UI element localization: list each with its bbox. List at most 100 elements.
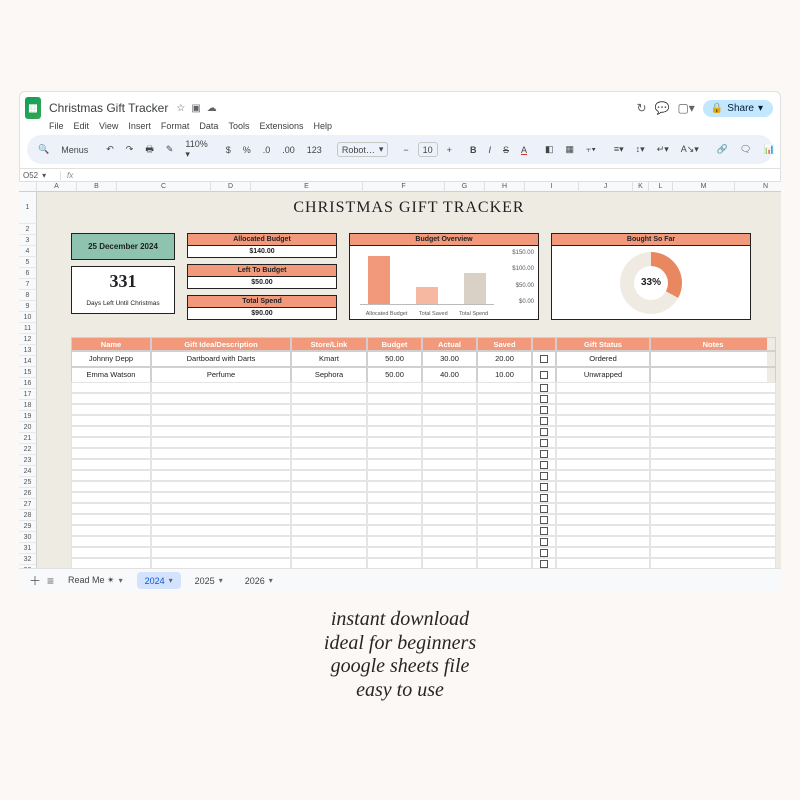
menu-edit[interactable]: Edit: [74, 121, 90, 131]
doc-title[interactable]: Christmas Gift Tracker: [49, 101, 168, 115]
font-select[interactable]: Robot… ▾: [337, 142, 389, 157]
checkbox[interactable]: [540, 494, 548, 502]
menu-view[interactable]: View: [99, 121, 118, 131]
date-card: 25 December 2024: [71, 233, 175, 260]
donut-pct: 33%: [620, 252, 682, 314]
redo-icon[interactable]: ↷: [123, 143, 137, 156]
print-icon[interactable]: 🖶: [142, 141, 157, 159]
sheets-logo-icon: ▦: [25, 97, 41, 119]
budget-overview-panel: Budget Overview $150.00 $100.00 $50.00 $…: [349, 233, 539, 320]
checkbox[interactable]: [540, 395, 548, 403]
column-headers[interactable]: ABC DEF GHI JKL MNO P: [19, 182, 781, 192]
name-box[interactable]: O52▾: [19, 171, 61, 180]
row-headers[interactable]: 1234567891011121314151617181920212223242…: [19, 192, 37, 590]
checkbox[interactable]: [540, 371, 548, 379]
checkbox[interactable]: [540, 560, 548, 568]
menu-insert[interactable]: Insert: [128, 121, 151, 131]
zoom-select[interactable]: 110% ▾: [182, 138, 210, 161]
checkbox[interactable]: [540, 549, 548, 557]
checkbox[interactable]: [540, 417, 548, 425]
allocated-budget-box: Allocated Budget $140.00: [187, 233, 337, 258]
fx-label: fx: [61, 171, 79, 180]
checkbox[interactable]: [540, 406, 548, 414]
sheet-canvas[interactable]: CHRISTMAS GIFT TRACKER 25 December 2024 …: [37, 192, 781, 590]
sheet-tab[interactable]: 2026▾: [237, 572, 281, 589]
fontsize-plus[interactable]: +: [444, 144, 455, 156]
move-icon[interactable]: ▣: [191, 103, 200, 114]
inc-icon[interactable]: .00: [279, 144, 298, 156]
insert-chart-icon[interactable]: 📊: [760, 143, 777, 156]
sheet-body[interactable]: 1234567891011121314151617181920212223242…: [19, 192, 781, 590]
checkbox[interactable]: [540, 516, 548, 524]
halign-icon[interactable]: ≡▾: [611, 143, 627, 156]
strike-icon[interactable]: S: [500, 144, 512, 156]
undo-icon[interactable]: ↶: [103, 143, 117, 156]
bold-icon[interactable]: B: [467, 144, 480, 156]
valign-icon[interactable]: ↕▾: [633, 143, 648, 156]
num-format-icon[interactable]: 123: [304, 144, 325, 156]
sheet-tab[interactable]: 2025▾: [187, 572, 231, 589]
rotate-icon[interactable]: A↘▾: [678, 143, 702, 156]
sheet-tabs: ＋ ≡ Read Me ✴▾ 2024▾ 2025▾ 2026▾: [19, 568, 781, 592]
checkbox[interactable]: [540, 538, 548, 546]
formula-bar: O52▾ fx: [19, 168, 781, 182]
fontsize-input[interactable]: 10: [418, 142, 438, 157]
checkbox[interactable]: [540, 527, 548, 535]
menu-bar: File Edit View Insert Format Data Tools …: [19, 119, 781, 135]
summary-cards: 25 December 2024 331 Days Left Until Chr…: [71, 233, 765, 320]
menu-format[interactable]: Format: [161, 121, 190, 131]
empty-grid[interactable]: [71, 382, 767, 590]
textcolor-icon[interactable]: A: [518, 144, 530, 156]
all-sheets-button[interactable]: ≡: [47, 574, 54, 588]
history-icon[interactable]: ↻: [636, 101, 646, 115]
checkbox[interactable]: [540, 483, 548, 491]
dec-icon[interactable]: .0: [260, 144, 274, 156]
checkbox[interactable]: [540, 450, 548, 458]
menu-extensions[interactable]: Extensions: [259, 121, 303, 131]
checkbox[interactable]: [540, 505, 548, 513]
menu-tools[interactable]: Tools: [228, 121, 249, 131]
checkbox[interactable]: [540, 439, 548, 447]
share-label: Share: [727, 103, 754, 114]
checkbox[interactable]: [540, 472, 548, 480]
checkbox[interactable]: [540, 384, 548, 392]
checkbox[interactable]: [540, 428, 548, 436]
lock-icon: 🔒: [711, 103, 723, 114]
add-sheet-button[interactable]: ＋: [29, 572, 41, 589]
menu-data[interactable]: Data: [199, 121, 218, 131]
table-row[interactable]: Johnny DeppDartboard with DartsKmart50.0…: [71, 351, 767, 367]
sheet-tab[interactable]: 2024▾: [137, 572, 181, 589]
wrap-icon[interactable]: ↵▾: [654, 143, 672, 156]
table-row[interactable]: Emma WatsonPerfumeSephora50.0040.0010.00…: [71, 367, 767, 383]
spreadsheet-window: ▦ Christmas Gift Tracker ☆ ▣ ☁ ↻ 💬 ▢▾ 🔒 …: [19, 91, 781, 592]
countdown-card: 331 Days Left Until Christmas: [71, 266, 175, 314]
checkbox[interactable]: [540, 355, 548, 363]
bar-labels: Allocated Budget Total Saved Total Spend: [360, 311, 494, 317]
fontsize-minus[interactable]: −: [400, 144, 411, 156]
percent-icon[interactable]: %: [240, 144, 254, 156]
star-icon[interactable]: ☆: [176, 103, 185, 114]
meet-icon[interactable]: ▢▾: [677, 101, 694, 115]
menu-help[interactable]: Help: [313, 121, 332, 131]
fill-icon[interactable]: ◧: [542, 143, 557, 156]
share-button[interactable]: 🔒 Share ▾: [703, 100, 773, 117]
chart-y-axis: $150.00 $100.00 $50.00 $0.00: [500, 250, 534, 305]
checkbox[interactable]: [540, 461, 548, 469]
doc-title-icons: ☆ ▣ ☁: [176, 103, 216, 114]
insert-comment-icon[interactable]: 🗨: [737, 143, 754, 156]
left-to-budget-box: Left To Budget $50.00: [187, 264, 337, 289]
comment-icon[interactable]: 💬: [655, 101, 670, 115]
cloud-icon[interactable]: ☁: [207, 103, 217, 114]
sheet-tab[interactable]: Read Me ✴▾: [60, 572, 131, 589]
paint-icon[interactable]: ✎: [163, 143, 177, 156]
countdown-days: 331: [72, 271, 174, 292]
italic-icon[interactable]: I: [485, 144, 494, 156]
menu-file[interactable]: File: [49, 121, 64, 131]
merge-icon[interactable]: ⫟▾: [583, 143, 599, 156]
currency-icon[interactable]: $: [223, 144, 234, 156]
chevron-down-icon: ▾: [758, 103, 763, 114]
borders-icon[interactable]: ▦: [563, 143, 578, 156]
search-icon[interactable]: 🔍: [35, 143, 52, 156]
bought-panel: Bought So Far 33%: [551, 233, 751, 320]
link-icon[interactable]: 🔗: [714, 143, 731, 156]
